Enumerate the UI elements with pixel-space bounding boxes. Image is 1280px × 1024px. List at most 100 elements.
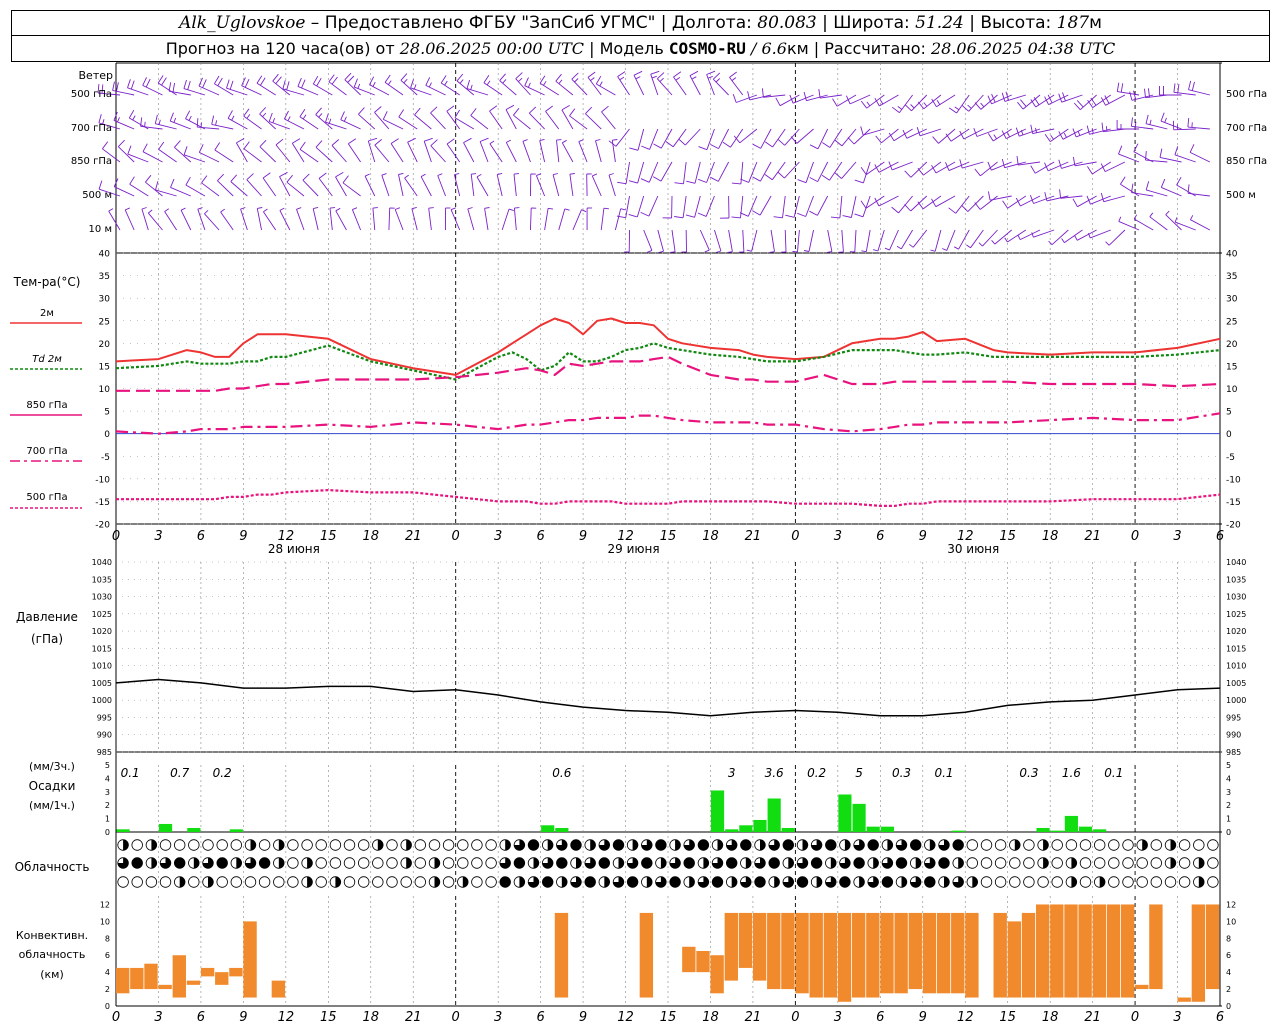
wind-barb-feather [891, 206, 899, 214]
wind-barb-feather [904, 204, 912, 212]
wind-barb-half-feather [715, 250, 722, 253]
precip-bar [229, 829, 243, 832]
cloud-symbol-fill [887, 839, 893, 851]
wind-barb-feather [656, 72, 665, 80]
wind-barb-shaft [1131, 192, 1154, 197]
wind-barb-shaft [329, 208, 333, 231]
wind-barb-half-feather [1149, 119, 1152, 125]
precip-3h-label: 5 [855, 766, 863, 780]
wind-barb-feather [268, 112, 273, 122]
hour-label-bottom: 18 [702, 1010, 719, 1024]
wind-barb-half-feather [352, 207, 358, 211]
wind-barb-feather [617, 71, 626, 77]
cloud-symbol [216, 839, 228, 851]
conv-bar [200, 967, 215, 977]
cloud-symbol [1178, 839, 1191, 851]
wind-barb-feather [318, 172, 327, 179]
cloud-symbol-fill [901, 876, 907, 888]
wind-barb-feather [358, 107, 365, 115]
cloud-symbol-fill [627, 876, 638, 888]
wind-barb-feather [633, 70, 643, 76]
hour-label-top: 9 [579, 529, 587, 544]
hour-label-bottom: 6 [536, 1010, 544, 1024]
wind-barb-half-feather [769, 251, 775, 253]
wind-barb-half-feather [476, 174, 482, 178]
wind-barb-shaft [164, 211, 177, 231]
wind-barb-feather [629, 147, 639, 151]
pressure-tick-right: 1020 [1226, 627, 1246, 636]
conv-bar [158, 984, 172, 990]
hour-label-bottom: 0 [1131, 1010, 1139, 1024]
temp-2m-line [115, 317, 1221, 376]
precip-tick-left: 2 [105, 801, 110, 810]
wind-panel-title: Ветер [79, 69, 113, 82]
precip-tick-left: 4 [105, 774, 110, 783]
wind-level-label-left: 850 гПа [71, 156, 112, 167]
wind-barb-shaft [414, 114, 432, 130]
precip-3h-label: 0.2 [807, 766, 826, 780]
wind-barb-shaft [230, 181, 248, 197]
precip-3h-label: 0.6 [552, 766, 571, 780]
cloud-symbol-fill [689, 876, 695, 888]
wind-barb-shaft [561, 142, 574, 163]
wind-barb-feather [601, 105, 609, 113]
wind-barb-half-feather [866, 101, 871, 107]
legend-label-td: Td 2м [32, 354, 62, 365]
wind-barb-half-feather [522, 139, 528, 142]
wind-barb-shaft [608, 174, 616, 197]
pressure-tick-right: 990 [1226, 731, 1241, 740]
wind-barb-feather [830, 216, 840, 219]
wind-barb-shaft [398, 116, 418, 130]
wind-barb-shaft [866, 161, 885, 175]
wind-barb-shaft [404, 177, 418, 197]
precip-bar [541, 825, 555, 832]
wind-barb-half-feather [603, 207, 609, 210]
wind-barb-half-feather [1050, 135, 1054, 140]
cloud-symbol-fill [844, 839, 851, 851]
wind-barb-shaft [185, 184, 206, 197]
wind-barb-feather [729, 71, 737, 78]
wind-barb-feather [145, 78, 151, 88]
wind-barb-feather [217, 173, 225, 182]
wind-barb-feather [347, 75, 355, 83]
wind-barb-half-feather [246, 114, 251, 119]
hour-label-bottom: 12 [957, 1010, 974, 1024]
wind-barb-half-feather [704, 249, 710, 253]
wind-barb-shaft [140, 125, 163, 130]
wind-barb-feather [1116, 82, 1120, 92]
meteogram: Ветер Тем-ра(°C) Давление (гПа) (мм/3ч.)… [10, 62, 1267, 1024]
wind-barb-feather [961, 204, 969, 212]
wind-barb-half-feather [826, 251, 832, 253]
wind-barb-feather [325, 113, 329, 123]
wind-barb-feather [832, 98, 838, 107]
precip-3h-label: 1.6 [1062, 766, 1081, 780]
wind-barb-feather [130, 80, 135, 90]
conv-bar [809, 912, 823, 998]
wind-barb-shaft [922, 195, 942, 210]
wind-barb-half-feather [953, 246, 959, 250]
conv-bar [752, 912, 767, 981]
conv-tick-right: 12 [1226, 900, 1236, 909]
wind-barb-shaft [938, 128, 956, 144]
cloud-symbol-fill [740, 839, 752, 851]
hour-label-bottom: 3 [154, 1010, 162, 1024]
wind-barb-shaft [854, 229, 857, 253]
cloud-symbol-fill [958, 857, 964, 869]
wind-barb-shaft [124, 209, 135, 231]
cloud-symbol [457, 839, 469, 851]
cloud-symbol-fill [499, 876, 511, 888]
conv-bar [738, 912, 753, 968]
wind-barb-feather [236, 138, 245, 144]
wind-barb-feather [764, 141, 773, 148]
cloud-symbol [386, 839, 398, 851]
hour-label-top: 3 [1173, 529, 1181, 544]
wind-barb-half-feather [1190, 215, 1194, 220]
wind-barb-shaft [991, 161, 1012, 171]
cloud-symbol [358, 839, 370, 851]
wind-barb-half-feather [1165, 210, 1170, 216]
wind-barb-shaft [569, 174, 574, 197]
wind-barb-half-feather [450, 207, 456, 211]
wind-barb-half-feather [459, 79, 464, 84]
cloud-symbol-fill [1071, 857, 1077, 869]
wind-barb-feather [1030, 165, 1036, 174]
